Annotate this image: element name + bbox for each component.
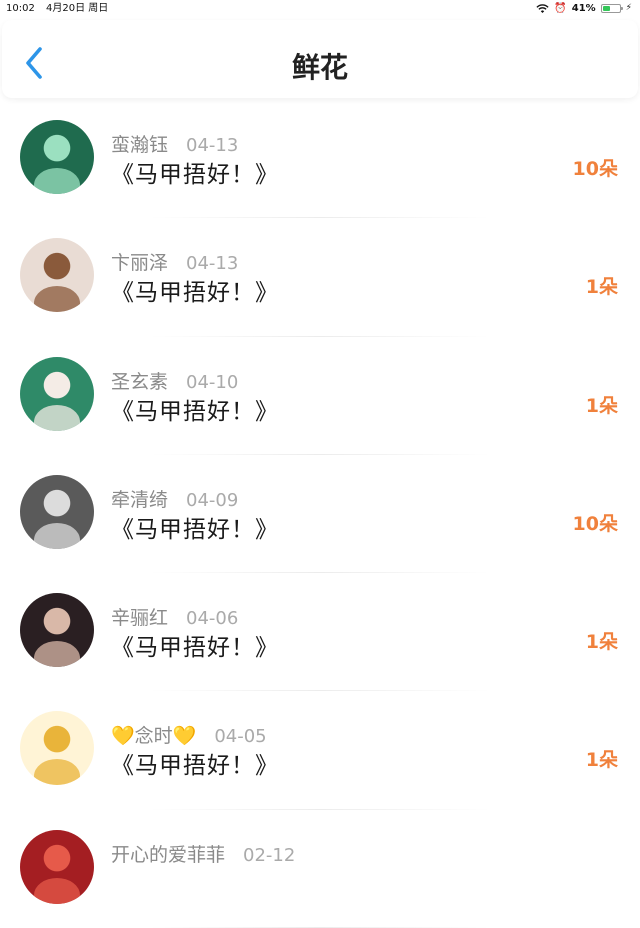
item-date: 04-13 bbox=[186, 135, 239, 156]
avatar[interactable] bbox=[20, 711, 94, 786]
user-name: 牵清绮 bbox=[111, 488, 169, 511]
list-item[interactable]: 💛念时💛 04-05 《马甲捂好！》 1朵 bbox=[0, 691, 640, 810]
flower-count: 1朵 bbox=[585, 276, 618, 299]
item-meta: 开心的爱菲菲 02-12 bbox=[111, 840, 295, 867]
flower-count: 1朵 bbox=[585, 749, 618, 772]
avatar[interactable] bbox=[20, 356, 94, 431]
flower-count: 10朵 bbox=[572, 512, 618, 535]
status-bar: 10:02 4月20日 周日 ⏰ 41% ⚡ bbox=[0, 0, 640, 17]
book-title: 《马甲捂好！》 bbox=[111, 280, 279, 307]
book-title: 《马甲捂好！》 bbox=[111, 753, 279, 780]
battery-icon bbox=[600, 4, 623, 13]
page-title: 鲜花 bbox=[291, 51, 348, 84]
list-item[interactable]: 辛骊红 04-06 《马甲捂好！》 1朵 bbox=[0, 573, 640, 692]
list-item[interactable]: 圣玄素 04-10 《马甲捂好！》 1朵 bbox=[0, 337, 640, 455]
user-name: 圣玄素 bbox=[111, 370, 169, 393]
battery-percent: 41% bbox=[571, 3, 596, 14]
list-item[interactable]: 牵清绮 04-09 《马甲捂好！》 10朵 bbox=[0, 455, 640, 574]
item-meta: 蛮瀚钰 04-13 bbox=[111, 130, 238, 157]
list-item[interactable]: 蛮瀚钰 04-13 《马甲捂好！》 10朵 bbox=[0, 100, 640, 219]
navigation-bar: 鲜花 bbox=[2, 20, 638, 98]
user-name: 辛骊红 bbox=[111, 607, 169, 630]
avatar[interactable] bbox=[20, 829, 94, 904]
item-meta: 辛骊红 04-06 bbox=[111, 603, 238, 630]
user-name: 💛念时💛 bbox=[111, 725, 197, 748]
item-date: 02-12 bbox=[243, 844, 296, 866]
item-meta: 卞丽泽 04-13 bbox=[111, 248, 238, 275]
book-title: 《马甲捂好！》 bbox=[111, 398, 279, 425]
alarm-icon: ⏰ bbox=[554, 3, 567, 14]
user-name: 蛮瀚钰 bbox=[111, 134, 169, 156]
flower-count: 1朵 bbox=[585, 631, 618, 654]
avatar[interactable] bbox=[20, 593, 94, 668]
flower-count: 10朵 bbox=[572, 158, 618, 180]
user-name: 卞丽泽 bbox=[111, 252, 169, 275]
avatar[interactable] bbox=[20, 238, 94, 313]
flower-list: 蛮瀚钰 04-13 《马甲捂好！》 10朵 卞丽泽 04-13 《马甲捂好！》 1朵 圣玄素 04… bbox=[0, 100, 640, 928]
item-meta: 💛念时💛 04-05 bbox=[111, 721, 267, 748]
user-name: 开心的爱菲菲 bbox=[111, 843, 226, 866]
flower-count: 1朵 bbox=[585, 394, 618, 417]
item-date: 04-10 bbox=[186, 371, 239, 393]
status-date: 4月20日 周日 bbox=[46, 3, 109, 14]
avatar[interactable] bbox=[20, 474, 94, 549]
status-time: 10:02 bbox=[6, 3, 35, 14]
item-meta: 圣玄素 04-10 bbox=[111, 367, 238, 394]
item-date: 04-05 bbox=[214, 726, 267, 748]
book-title: 《马甲捂好！》 bbox=[111, 516, 279, 543]
item-date: 04-09 bbox=[186, 489, 239, 511]
list-item[interactable]: 开心的爱菲菲 02-12 bbox=[0, 810, 640, 928]
wifi-icon bbox=[536, 3, 549, 13]
charging-icon: ⚡ bbox=[625, 3, 632, 13]
book-title: 《马甲捂好！》 bbox=[111, 635, 279, 662]
avatar[interactable] bbox=[20, 120, 94, 194]
book-title: 《马甲捂好！》 bbox=[111, 162, 279, 188]
item-meta: 牵清绮 04-09 bbox=[111, 485, 238, 512]
item-date: 04-06 bbox=[186, 608, 239, 630]
item-date: 04-13 bbox=[186, 253, 239, 275]
list-item[interactable]: 卞丽泽 04-13 《马甲捂好！》 1朵 bbox=[0, 218, 640, 337]
